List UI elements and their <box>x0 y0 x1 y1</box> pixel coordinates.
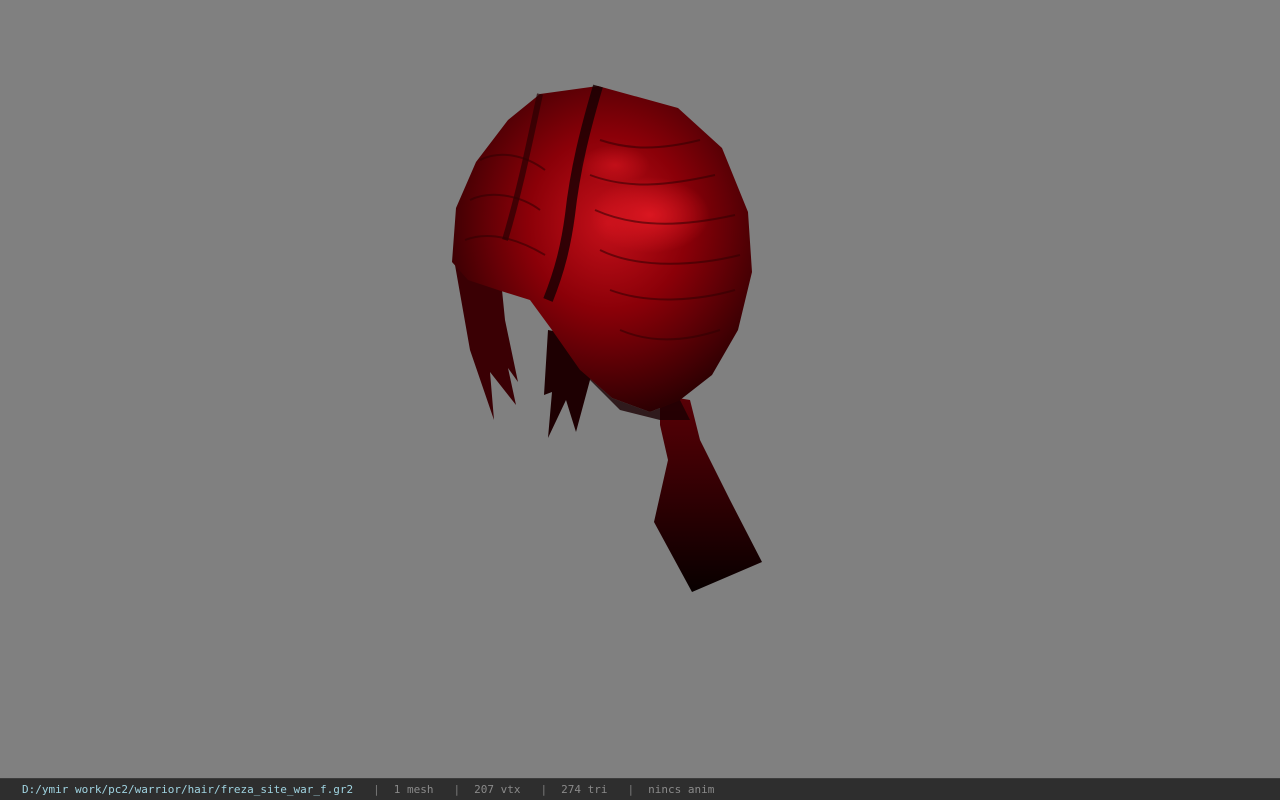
separator: | <box>453 783 461 796</box>
file-path: D:/ymir work/pc2/warrior/hair/freza_site… <box>22 783 354 796</box>
separator: | <box>627 783 635 796</box>
triangle-count: 274 tri <box>561 783 608 796</box>
vertex-count: 207 vtx <box>474 783 521 796</box>
hair-ponytail <box>654 395 762 592</box>
separator: | <box>540 783 548 796</box>
separator: | <box>373 783 380 796</box>
hair-model-render <box>452 84 762 592</box>
animation-status: nincs anim <box>648 783 715 796</box>
status-bar: D:/ymir work/pc2/warrior/hair/freza_site… <box>0 778 1280 800</box>
3d-viewport[interactable] <box>0 0 1280 778</box>
mesh-count: 1 mesh <box>393 783 434 796</box>
